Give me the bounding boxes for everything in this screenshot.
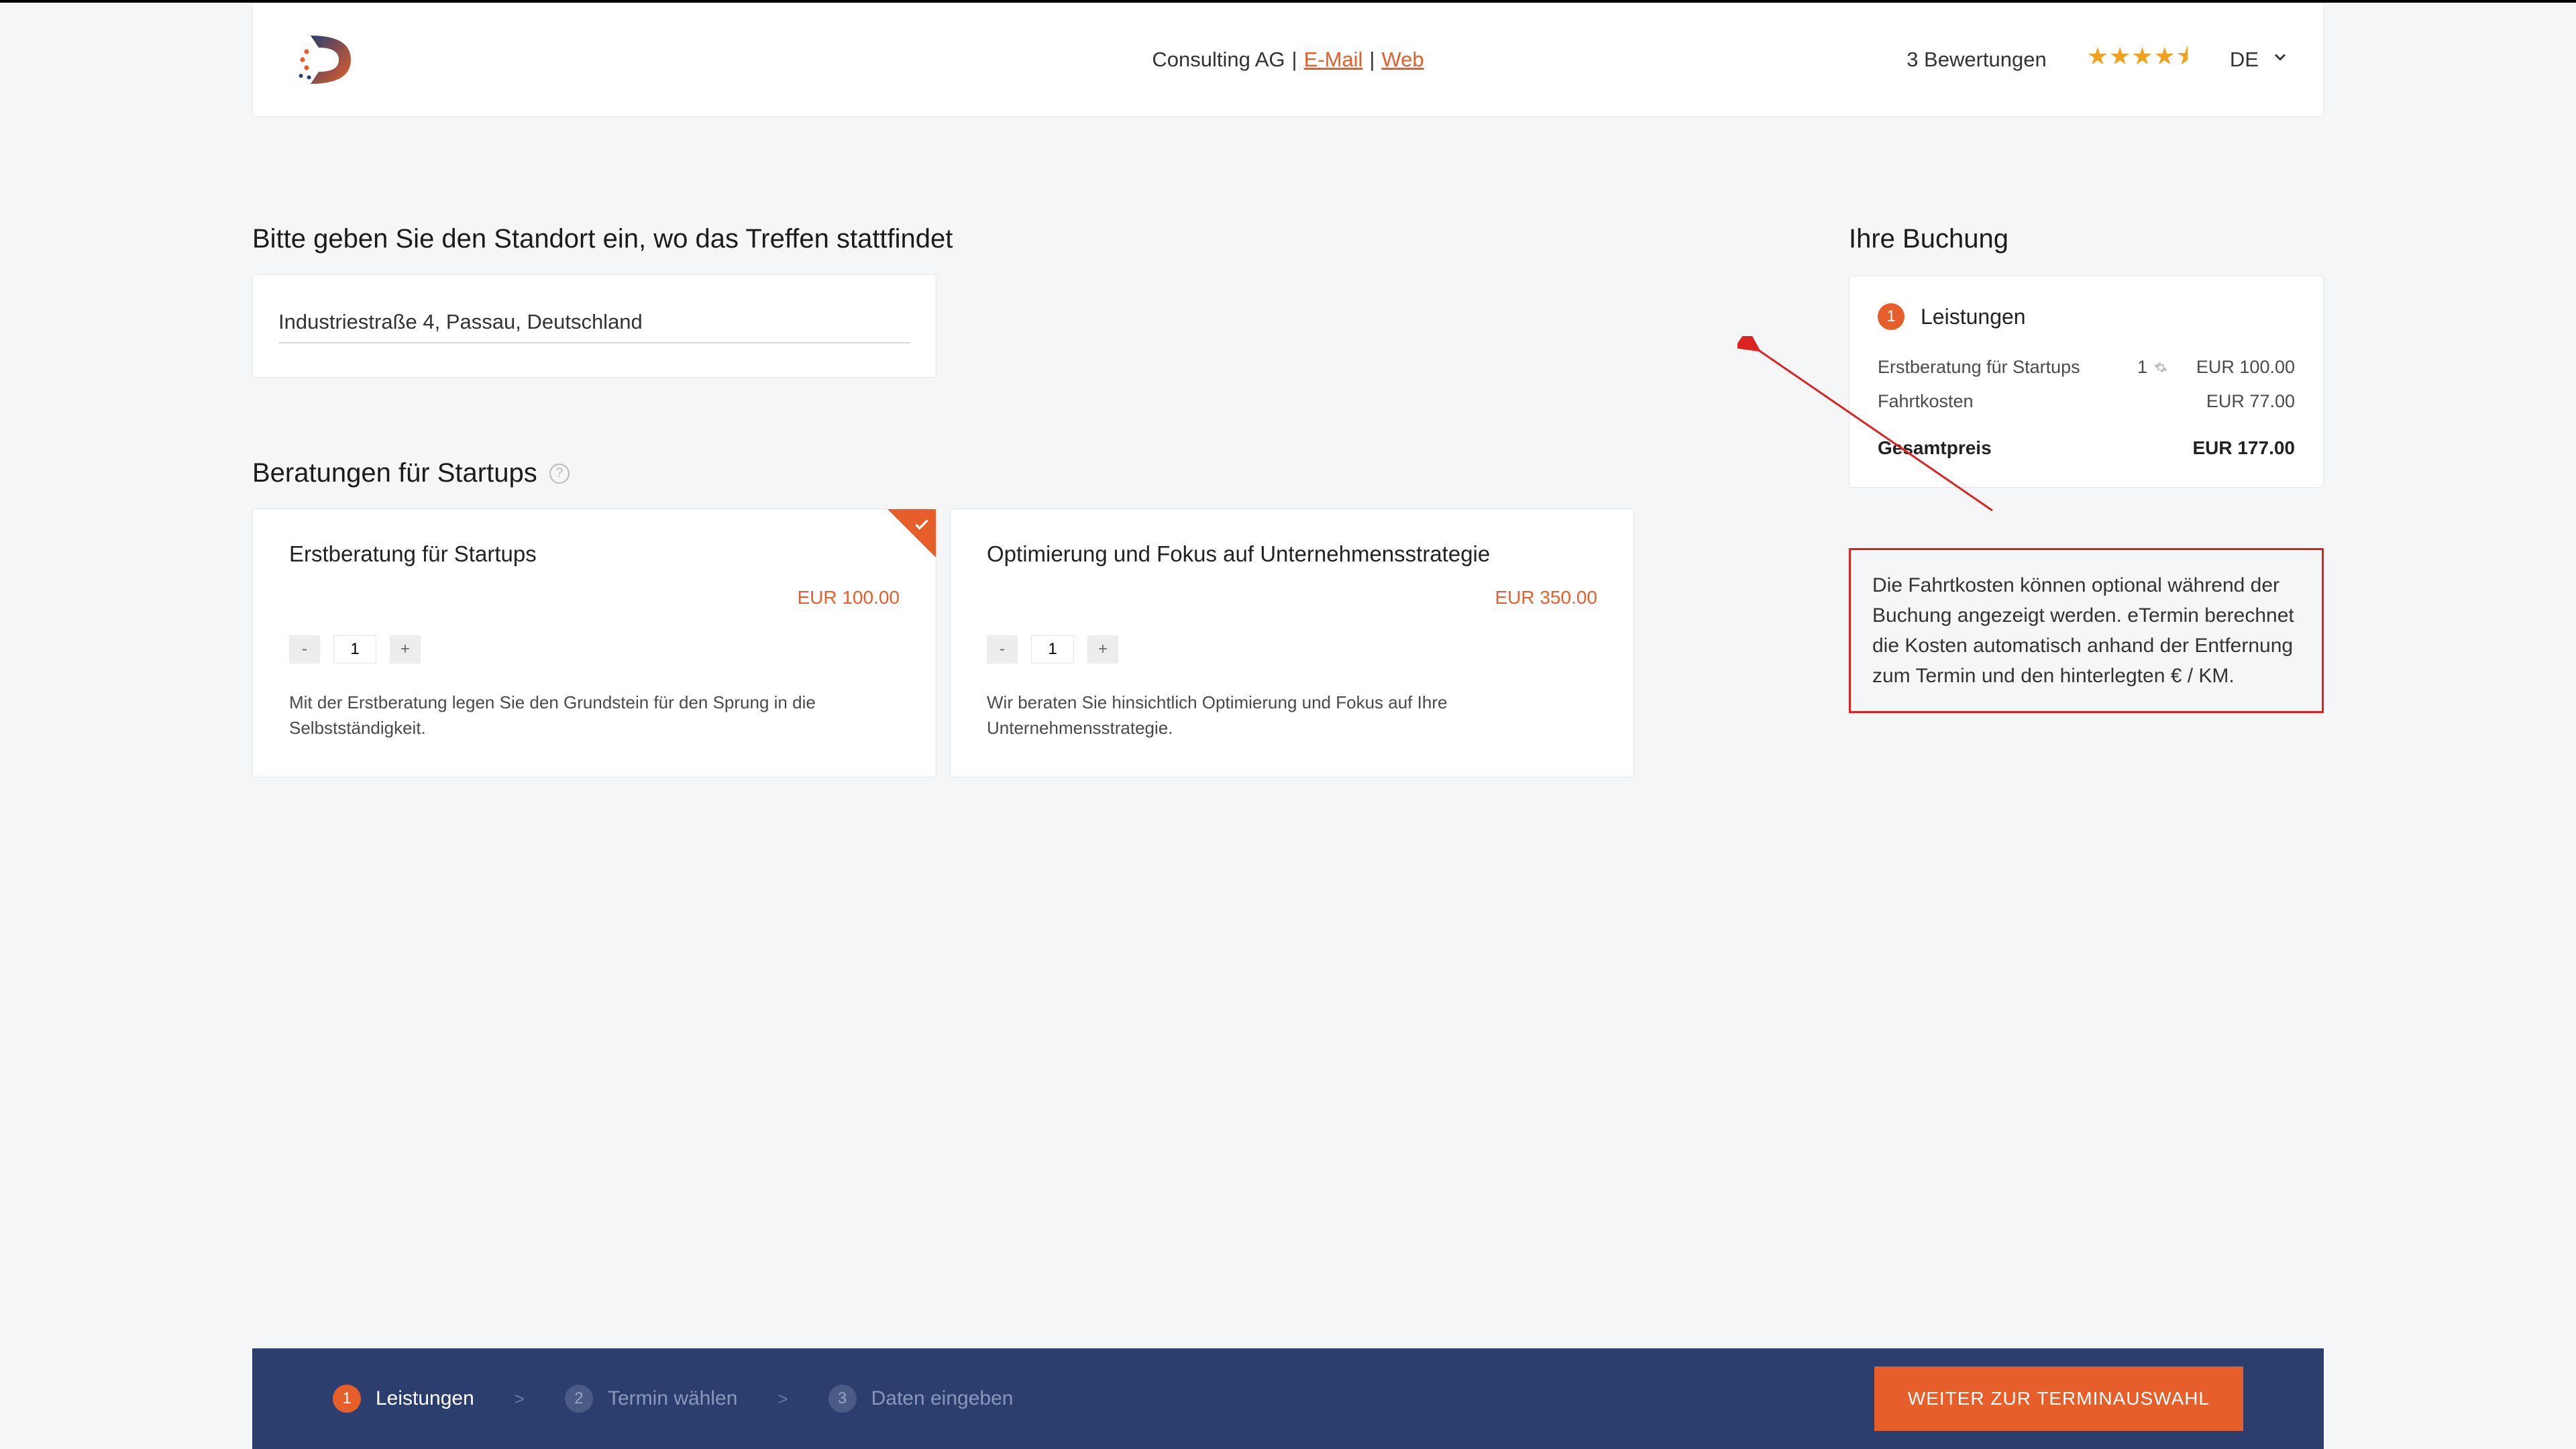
info-callout: Die Fahrtkosten können optional während … [1849,548,2324,713]
footer-step-label: Leistungen [376,1387,474,1410]
chevron-down-icon [2271,48,2290,72]
booking-line-item: Erstberatung für Startups 1 EUR 100.00 [1878,350,2295,384]
email-link[interactable]: E-Mail [1304,48,1363,72]
language-selector[interactable]: DE [2230,48,2290,72]
service-card-desc: Wir beraten Sie hinsichtlich Optimierung… [987,690,1597,741]
service-card[interactable]: Optimierung und Fokus auf Unternehmensst… [950,508,1634,777]
separator: | [1369,48,1375,72]
logo [286,16,374,103]
footer-step[interactable]: 3 Daten eingeben [828,1385,1014,1413]
step-separator-icon: > [777,1389,788,1409]
booking-step-badge: 1 [1878,303,1904,330]
service-card-desc: Mit der Erstberatung legen Sie den Grund… [289,690,900,741]
qty-minus-button[interactable]: - [289,635,320,663]
web-link[interactable]: Web [1381,48,1424,72]
booking-summary-card: 1 Leistungen Erstberatung für Startups 1… [1849,276,2324,488]
company-name: Consulting AG [1152,48,1285,72]
services-title: Beratungen für Startups [252,458,537,488]
star-rating-icon: ★★★★⯨ [2087,39,2190,80]
header-bar: Consulting AG | E-Mail | Web 3 Bewertung… [252,3,2324,117]
service-card-price: EUR 350.00 [987,587,1597,608]
line-item-label: Fahrtkosten [1878,391,2127,412]
language-label: DE [2230,48,2259,72]
gear-icon[interactable] [2154,361,2167,374]
booking-title: Ihre Buchung [1849,224,2324,254]
location-input[interactable] [278,302,910,343]
booking-total-row: Gesamtpreis EUR 177.00 [1878,419,2295,459]
service-card[interactable]: Erstberatung für Startups EUR 100.00 - 1… [252,508,936,777]
line-item-price: EUR 100.00 [2167,357,2295,378]
qty-minus-button[interactable]: - [987,635,1018,663]
total-price: EUR 177.00 [2167,437,2295,459]
footer-step[interactable]: 1 Leistungen [333,1385,474,1413]
qty-value: 1 [1031,635,1074,663]
line-item-qty: 1 [2137,357,2147,378]
step-separator-icon: > [515,1389,525,1409]
next-button[interactable]: WEITER ZUR TERMINAUSWAHL [1874,1366,2243,1431]
reviews-count: 3 Bewertungen [1907,48,2047,72]
footer-step-num: 1 [333,1385,361,1413]
footer-bar: 1 Leistungen > 2 Termin wählen > 3 Daten… [252,1348,2324,1449]
qty-plus-button[interactable]: + [1087,635,1118,663]
booking-line-item: Fahrtkosten EUR 77.00 [1878,384,2295,419]
line-item-price: EUR 77.00 [2167,391,2295,412]
separator: | [1292,48,1297,72]
qty-value: 1 [333,635,376,663]
booking-step-label: Leistungen [1921,305,2026,329]
service-card-price: EUR 100.00 [289,587,900,608]
line-item-label: Erstberatung für Startups [1878,357,2127,378]
callout-text: Die Fahrtkosten können optional während … [1872,574,2294,687]
help-icon[interactable]: ? [549,464,570,484]
location-title: Bitte geben Sie den Standort ein, wo das… [252,224,1634,254]
footer-step[interactable]: 2 Termin wählen [565,1385,737,1413]
footer-step-label: Daten eingeben [871,1387,1014,1410]
service-card-title: Optimierung und Fokus auf Unternehmensst… [987,541,1597,567]
footer-step-num: 3 [828,1385,857,1413]
footer-step-label: Termin wählen [608,1387,737,1410]
qty-plus-button[interactable]: + [390,635,421,663]
service-card-title: Erstberatung für Startups [289,541,900,567]
footer-step-num: 2 [565,1385,593,1413]
location-card [252,274,936,378]
selected-badge [888,509,936,557]
total-label: Gesamtpreis [1878,437,2167,459]
